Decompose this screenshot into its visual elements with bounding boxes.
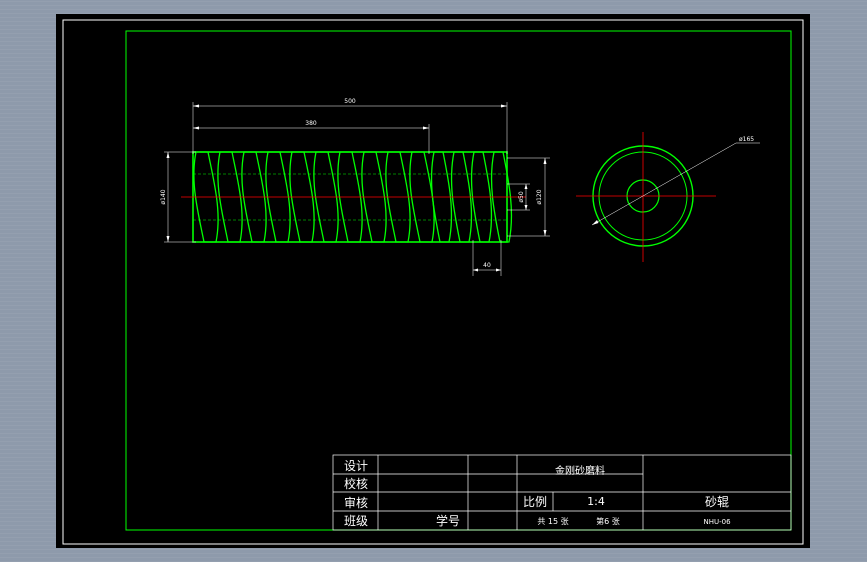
scale-value: 1:4 (587, 495, 605, 508)
row-label-review: 审核 (344, 495, 368, 510)
part-name: 砂辊 (705, 495, 729, 509)
dim-thread-length: 380 (193, 120, 430, 154)
roller-end-view: ø165 (576, 132, 760, 262)
dim-overall-length-label: 500 (344, 98, 356, 105)
scale-label: 比例 (523, 495, 547, 509)
student-id-label: 学号 (436, 513, 460, 528)
material-label: 金刚砂磨料 (555, 464, 605, 477)
roller-side-view (181, 151, 526, 243)
dim-thread-length-label: 380 (305, 120, 317, 127)
dim-outer-diameter-label: ø140 (160, 189, 167, 204)
cad-viewport[interactable]: 500 380 ø140 ø120 ø50 40 ø165 设计 校核 审核 班… (56, 14, 810, 548)
drawing-frame (62, 19, 804, 545)
dim-bore-diameter-label: ø120 (536, 189, 543, 204)
dim-pitch-section: 40 (472, 240, 502, 276)
sheet-index: 第6 张 (596, 516, 620, 526)
row-label-check: 校核 (344, 476, 368, 491)
row-label-design: 设计 (344, 459, 368, 473)
drawing-code: NHU-06 (703, 518, 731, 526)
row-label-class: 班级 (344, 514, 368, 528)
drawing-canvas: 500 380 ø140 ø120 ø50 40 ø165 设计 校核 审核 班… (62, 19, 804, 545)
end-view-diameter-label: ø165 (739, 136, 754, 143)
title-block-text: 设计 校核 审核 班级 学号 金刚砂磨料 比例 1:4 砂辊 共 15 张 第6… (344, 459, 731, 528)
dim-inner-diameter-label: ø50 (518, 191, 525, 202)
sheet-total: 共 15 张 (537, 517, 568, 526)
dim-pitch-section-label: 40 (483, 262, 491, 269)
dim-overall-length: 500 (192, 98, 508, 154)
